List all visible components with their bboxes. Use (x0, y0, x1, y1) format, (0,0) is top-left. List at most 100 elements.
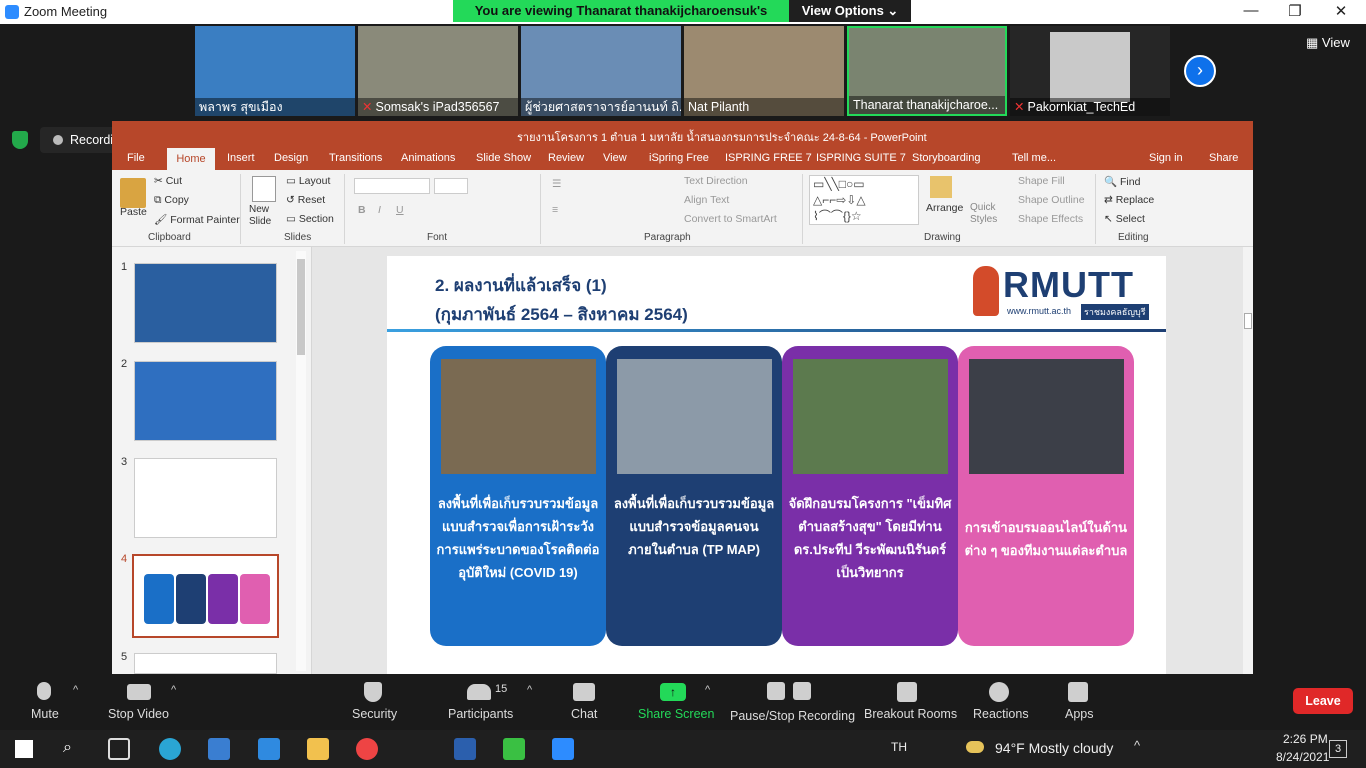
slide-thumbnail[interactable] (134, 653, 277, 674)
tell-me-box[interactable]: Tell me... (1012, 152, 1056, 164)
bold-button[interactable]: B (358, 204, 366, 216)
zoom-taskbar-icon[interactable] (552, 738, 574, 760)
tab-insert[interactable]: Insert (227, 152, 255, 164)
input-language[interactable]: TH (891, 740, 907, 754)
view-options-button[interactable]: View Options ⌄ (789, 0, 911, 22)
stop-video-button[interactable]: Stop Video (108, 707, 169, 721)
scroll-thumb[interactable] (297, 259, 305, 355)
video-tile[interactable]: ผู้ช่วยศาสตราจารย์อานนท์ ถิ... (521, 26, 681, 116)
tab-ispring-free-7[interactable]: ISPRING FREE 7 (725, 152, 812, 164)
align-left-icon[interactable]: ≡ (552, 204, 558, 216)
select-button[interactable]: ↖ Select (1104, 213, 1145, 225)
mail-icon[interactable] (258, 738, 280, 760)
reactions-icon[interactable] (989, 682, 1009, 702)
breakout-rooms-button[interactable]: Breakout Rooms (864, 707, 957, 721)
text-direction-button[interactable]: Text Direction (684, 175, 748, 187)
search-icon[interactable]: ⌕ (63, 739, 72, 757)
chevron-up-icon[interactable]: ^ (705, 684, 710, 696)
share-screen-button[interactable]: Share Screen (638, 707, 714, 721)
share-button[interactable]: Share (1209, 152, 1238, 164)
close-button[interactable]: ✕ (1326, 2, 1356, 22)
pause-icon[interactable] (767, 682, 785, 700)
breakout-rooms-icon[interactable] (897, 682, 917, 702)
replace-button[interactable]: ⇄ Replace (1104, 194, 1154, 206)
slide-thumbnail[interactable] (134, 458, 277, 538)
windows-start-icon[interactable] (15, 740, 33, 758)
chevron-up-icon[interactable]: ^ (527, 684, 532, 696)
video-tile[interactable]: ✕ Somsak's iPad356567 (358, 26, 518, 116)
shapes-gallery[interactable]: ▭╲╲□○▭ △⌐⌐⇨⇩△ ⌇⌒⌒{}☆ (809, 175, 919, 225)
video-tile[interactable]: ✕ Pakornkiat_TechEd (1010, 26, 1170, 116)
shape-fill-button[interactable]: Shape Fill (1018, 175, 1065, 187)
chevron-up-icon[interactable]: ^ (171, 684, 176, 696)
shape-effects-button[interactable]: Shape Effects (1018, 213, 1083, 225)
slide-thumbnail-selected[interactable] (132, 554, 279, 638)
copy-button[interactable]: ⧉ Copy (154, 194, 189, 207)
chat-button[interactable]: Chat (571, 707, 597, 721)
tab-transitions[interactable]: Transitions (329, 152, 382, 164)
tab-ispring-free[interactable]: iSpring Free (649, 152, 709, 164)
tab-review[interactable]: Review (548, 152, 584, 164)
convert-smartart-button[interactable]: Convert to SmartArt (684, 213, 777, 225)
scroll-thumb[interactable] (1244, 313, 1252, 329)
weather-text[interactable]: 94°F Mostly cloudy (995, 740, 1113, 756)
paste-button[interactable]: Paste (120, 206, 147, 218)
chat-icon[interactable] (573, 683, 595, 701)
tab-storyboarding[interactable]: Storyboarding (912, 152, 981, 164)
tab-view[interactable]: View (603, 152, 627, 164)
video-tile[interactable]: Nat Pilanth (684, 26, 844, 116)
slide-thumbnail[interactable] (134, 263, 277, 343)
clock-date[interactable]: 8/24/2021 (1276, 750, 1329, 764)
mute-button[interactable]: Mute (31, 707, 59, 721)
security-shield-icon[interactable] (364, 682, 382, 702)
thumbnail-scrollbar[interactable] (296, 251, 306, 671)
pause-recording-button[interactable]: Pause/Stop Recording (730, 709, 855, 723)
stop-icon[interactable] (793, 682, 811, 700)
italic-button[interactable]: I (378, 204, 381, 216)
line-icon[interactable] (503, 738, 525, 760)
slide-thumbnail[interactable] (134, 361, 277, 441)
video-camera-icon[interactable] (127, 684, 151, 700)
tab-home[interactable]: Home (167, 148, 215, 170)
leave-button[interactable]: Leave (1293, 688, 1353, 714)
apps-button[interactable]: Apps (1065, 707, 1094, 721)
bullets-icon[interactable]: ☰ (552, 178, 561, 190)
minimize-button[interactable]: — (1236, 2, 1266, 22)
tab-design[interactable]: Design (274, 152, 308, 164)
reactions-button[interactable]: Reactions (973, 707, 1029, 721)
edge-icon[interactable] (159, 738, 181, 760)
word-icon[interactable] (454, 738, 476, 760)
canvas-scrollbar[interactable] (1243, 247, 1253, 674)
video-tile[interactable]: พลาพร สุขเมือง (195, 26, 355, 116)
tab-animations[interactable]: Animations (401, 152, 455, 164)
reset-button[interactable]: ↺ Reset (286, 194, 325, 206)
tab-ispring-suite-7[interactable]: ISPRING SUITE 7 (816, 152, 906, 164)
video-tile-active[interactable]: Thanarat thanakijcharoe... (847, 26, 1007, 116)
shape-outline-button[interactable]: Shape Outline (1018, 194, 1085, 206)
layout-button[interactable]: ▭ Layout (286, 175, 330, 187)
clock-time[interactable]: 2:26 PM (1283, 732, 1328, 746)
cut-button[interactable]: ✂ Cut (154, 175, 182, 187)
participants-button[interactable]: Participants (448, 707, 513, 721)
chrome-icon[interactable] (356, 738, 378, 760)
next-page-button[interactable]: › (1184, 55, 1216, 87)
view-button[interactable]: ▦ View (1306, 35, 1350, 51)
apps-icon[interactable] (1068, 682, 1088, 702)
microphone-icon[interactable] (37, 682, 51, 700)
font-name-box[interactable] (354, 178, 430, 194)
store-icon[interactable] (208, 738, 230, 760)
share-screen-icon[interactable]: ↑ (660, 683, 686, 701)
tab-file[interactable]: File (127, 152, 145, 164)
section-button[interactable]: ▭ Section (286, 213, 334, 225)
notification-icon[interactable]: 3 (1329, 740, 1347, 758)
font-size-box[interactable] (434, 178, 468, 194)
security-button[interactable]: Security (352, 707, 397, 721)
align-text-button[interactable]: Align Text (684, 194, 729, 206)
tab-slide-show[interactable]: Slide Show (476, 152, 531, 164)
underline-button[interactable]: U (396, 204, 404, 216)
chevron-up-icon[interactable]: ^ (73, 684, 78, 696)
quick-styles-button[interactable]: Quick Styles (970, 202, 1000, 226)
task-view-icon[interactable] (108, 738, 130, 760)
arrange-button[interactable]: Arrange (926, 202, 963, 214)
participants-icon[interactable] (467, 684, 491, 700)
